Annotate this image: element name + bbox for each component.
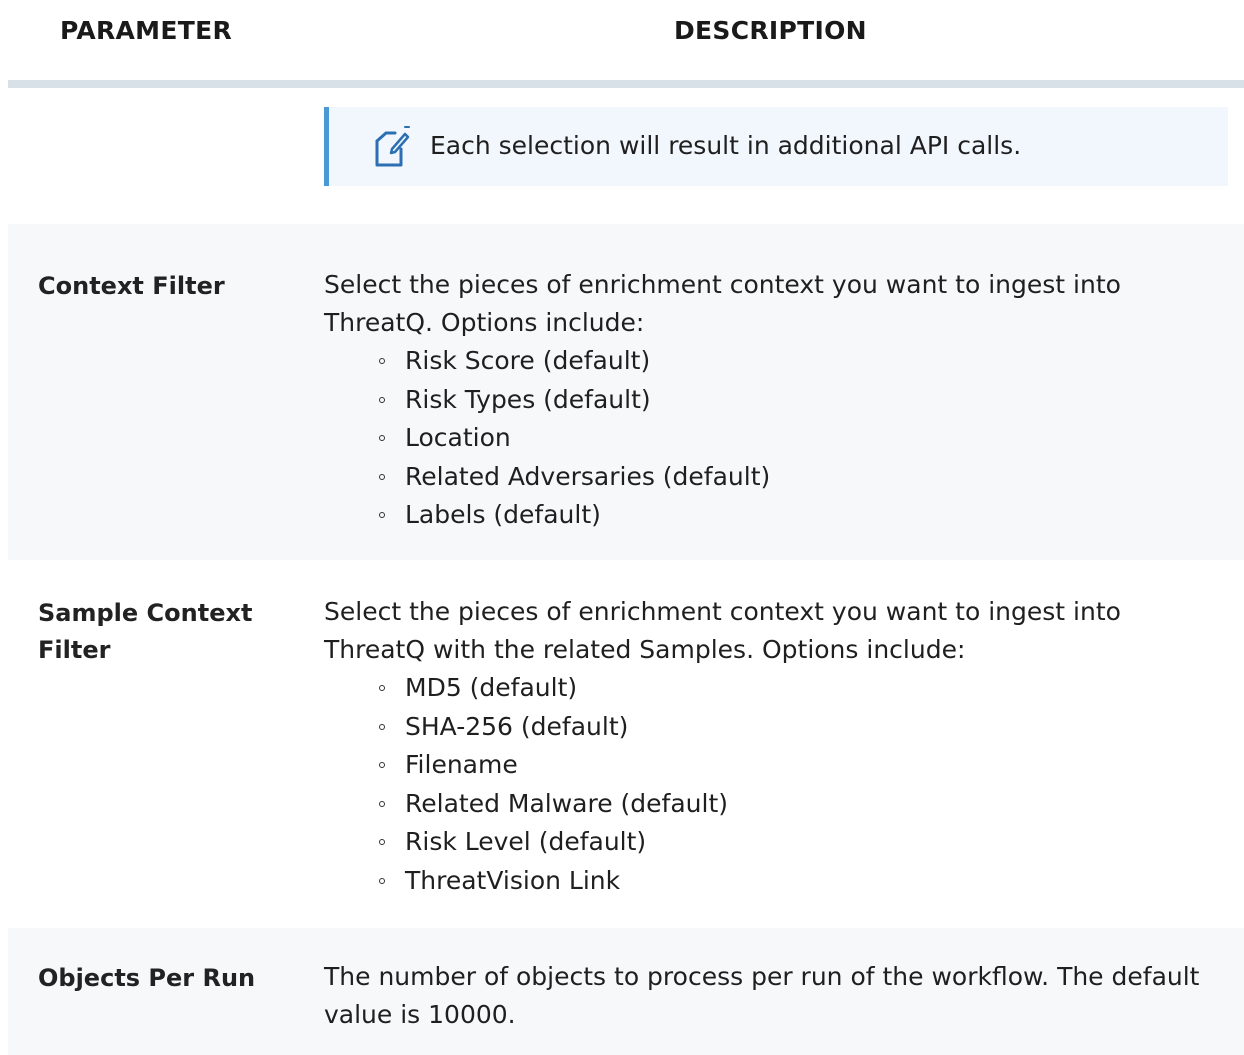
description-text: The number of objects to process per run… (324, 962, 1200, 1029)
table-row: Context Filter Select the pieces of enri… (8, 224, 1244, 560)
description-text: Select the pieces of enrichment context … (324, 597, 1121, 664)
options-list: MD5 (default) SHA-256 (default) Filename… (324, 669, 1204, 900)
parameter-name: Sample Context Filter (38, 599, 253, 664)
bullet-icon (379, 685, 385, 691)
list-item: ThreatVision Link (376, 862, 1204, 901)
parameter-description: Select the pieces of enrichment context … (324, 593, 1204, 900)
bullet-icon (379, 800, 385, 807)
list-item: SHA-256 (default) (376, 708, 1204, 747)
table-row: Objects Per Run The number of objects to… (8, 928, 1244, 1055)
bullet-icon (379, 723, 385, 730)
list-item: Risk Level (default) (376, 823, 1204, 862)
list-item: Risk Types (default) (376, 381, 1204, 420)
parameter-description: Select the pieces of enrichment context … (324, 266, 1204, 535)
list-item: Location (376, 419, 1204, 458)
note-row: Each selection will result in additional… (0, 88, 1244, 224)
options-list: Risk Score (default) Risk Types (default… (324, 342, 1204, 535)
option-label: SHA-256 (default) (405, 711, 629, 741)
list-item: Risk Score (default) (376, 342, 1204, 381)
option-label: Risk Level (default) (405, 827, 647, 856)
option-label: Filename (405, 750, 518, 779)
bullet-icon (379, 839, 385, 845)
table-row: Sample Context Filter Select the pieces … (8, 560, 1244, 928)
list-item: MD5 (default) (376, 669, 1204, 708)
list-item: Labels (default) (376, 496, 1204, 535)
parameter-name: Context Filter (38, 272, 225, 300)
note-callout: Each selection will result in additional… (324, 107, 1228, 186)
description-column-header: DESCRIPTION (674, 16, 867, 45)
option-label: Related Malware (default) (405, 788, 729, 818)
bullet-icon (379, 762, 385, 768)
option-label: Risk Types (default) (405, 384, 651, 414)
option-label: Risk Score (default) (405, 346, 651, 375)
bullet-icon (379, 435, 385, 441)
option-label: MD5 (default) (405, 673, 578, 702)
list-item: Filename (376, 746, 1204, 785)
table-header: PARAMETER DESCRIPTION (0, 0, 1244, 80)
bullet-icon (379, 358, 385, 364)
parameter-column-header: PARAMETER (60, 16, 233, 45)
bullet-icon (379, 396, 385, 403)
parameter-name: Objects Per Run (38, 964, 256, 992)
header-divider (8, 80, 1244, 88)
parameter-description: The number of objects to process per run… (324, 958, 1204, 1034)
note-text: Each selection will result in additional… (430, 131, 1022, 160)
bullet-icon (379, 877, 385, 884)
option-label: Related Adversaries (default) (405, 461, 771, 491)
bullet-icon (379, 512, 385, 518)
note-edit-icon (371, 125, 411, 169)
option-label: ThreatVision Link (405, 865, 621, 895)
description-text: Select the pieces of enrichment context … (324, 270, 1121, 337)
list-item: Related Adversaries (default) (376, 458, 1204, 497)
list-item: Related Malware (default) (376, 785, 1204, 824)
option-label: Labels (default) (405, 500, 601, 529)
option-label: Location (405, 423, 511, 452)
bullet-icon (379, 473, 385, 480)
